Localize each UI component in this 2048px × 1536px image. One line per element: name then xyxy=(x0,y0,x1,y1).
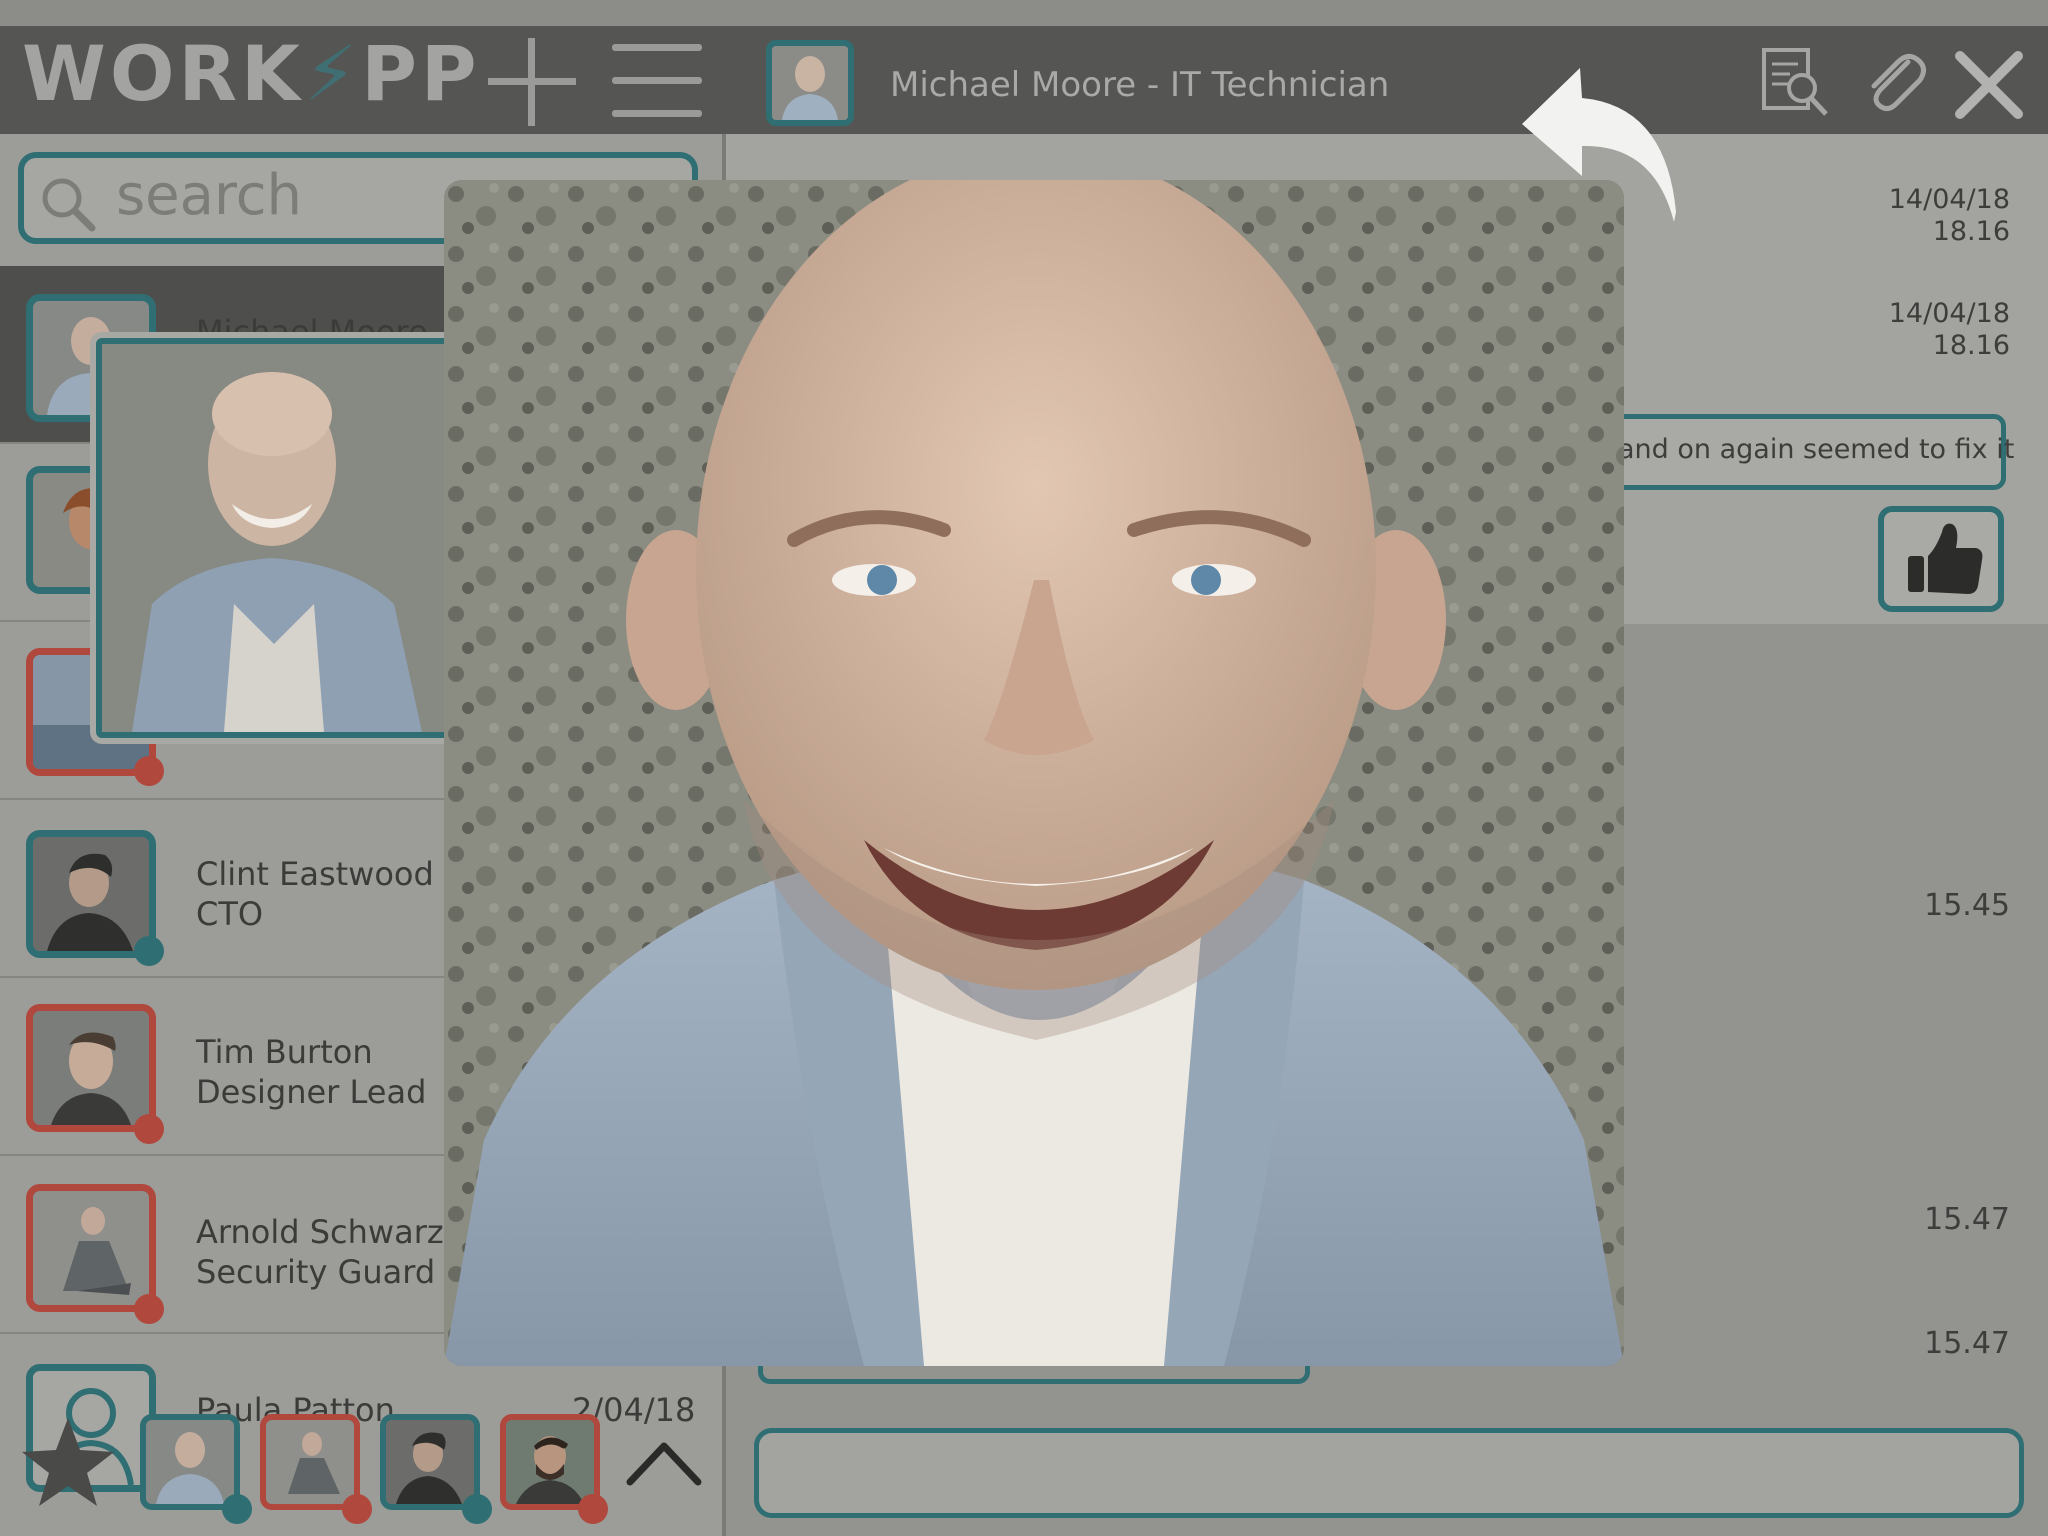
add-button[interactable] xyxy=(488,38,576,126)
status-dot xyxy=(222,1494,252,1524)
profile-photo-large xyxy=(444,180,1624,1366)
avatar-photo xyxy=(772,46,848,120)
message-date: 14/04/18 xyxy=(1888,298,2010,329)
contact-role: Designer Lead xyxy=(196,1073,427,1111)
profile-photo-small xyxy=(102,344,446,732)
status-dot xyxy=(134,1294,164,1324)
close-button[interactable] xyxy=(1954,50,2024,120)
contact-avatar[interactable] xyxy=(26,1004,156,1132)
message-input[interactable] xyxy=(754,1428,2024,1518)
status-dot xyxy=(134,1114,164,1144)
attach-button[interactable] xyxy=(1858,46,1930,118)
status-dot xyxy=(578,1494,608,1524)
contact-role: Security Guard xyxy=(196,1253,436,1291)
logo-bolt-icon: ⚡ xyxy=(303,29,362,118)
expand-favorites-button[interactable] xyxy=(626,1434,702,1490)
contact-role: CTO xyxy=(196,895,264,933)
header-avatar[interactable] xyxy=(766,40,854,126)
profile-photo-viewer[interactable] xyxy=(444,180,1624,1366)
contact-name: Clint Eastwood xyxy=(196,855,434,893)
profile-photo-thumbnail[interactable] xyxy=(96,338,452,738)
message-time: 18.16 xyxy=(1932,216,2010,247)
add-icon xyxy=(488,38,576,126)
status-dot xyxy=(134,756,164,786)
message-text: and on again seemed to fix it xyxy=(1618,434,2015,465)
search-icon xyxy=(40,176,96,232)
status-dot xyxy=(342,1494,372,1524)
message-date: 14/04/18 xyxy=(1888,184,2010,215)
status-dot xyxy=(134,936,164,966)
message-time: 15.47 xyxy=(1924,1202,2010,1237)
favorite-avatar[interactable] xyxy=(260,1414,360,1510)
search-document-icon xyxy=(1762,48,1828,116)
back-button[interactable] xyxy=(1516,62,1688,226)
close-icon xyxy=(1955,51,2023,119)
logo-text-b: PP xyxy=(361,29,481,118)
chat-title: Michael Moore - IT Technician xyxy=(890,65,1390,105)
app-logo: WORK⚡PP xyxy=(22,34,481,114)
search-conversation-button[interactable] xyxy=(1760,46,1832,118)
contact-avatar[interactable] xyxy=(26,1184,156,1312)
favorite-avatar[interactable] xyxy=(140,1414,240,1510)
menu-icon xyxy=(612,44,702,117)
chevron-up-icon xyxy=(626,1442,702,1486)
contact-name: Arnold Schwarze xyxy=(196,1213,464,1251)
message-time: 15.45 xyxy=(1924,888,2010,923)
contact-avatar[interactable] xyxy=(26,830,156,958)
favorites-button[interactable] xyxy=(18,1414,118,1510)
message-time: 18.16 xyxy=(1932,330,2010,361)
search-placeholder: search xyxy=(116,163,303,228)
thumbs-up-icon xyxy=(1908,523,1983,594)
status-dot xyxy=(462,1494,492,1524)
star-icon xyxy=(22,1418,114,1506)
top-strip xyxy=(0,0,2048,26)
contact-name: Tim Burton xyxy=(196,1033,373,1071)
reaction-button[interactable] xyxy=(1878,506,2004,612)
message-time: 15.47 xyxy=(1924,1326,2010,1361)
logo-text-a: WORK xyxy=(22,29,304,118)
favorite-avatar[interactable] xyxy=(380,1414,480,1510)
menu-button[interactable] xyxy=(612,42,702,120)
paperclip-icon xyxy=(1871,54,1926,112)
back-arrow-icon xyxy=(1522,68,1676,222)
